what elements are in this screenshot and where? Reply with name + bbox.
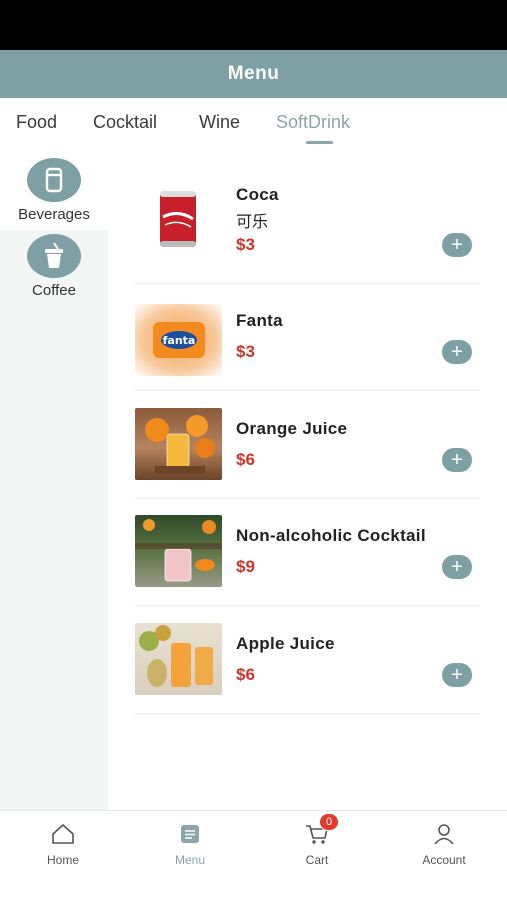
product-subtitle: 可乐 (236, 214, 269, 231)
tab-wine[interactable]: Wine (199, 112, 240, 133)
add-to-cart-button[interactable]: + (442, 663, 472, 687)
nav-label: Cart (305, 853, 329, 867)
list-item[interactable]: Coca 可乐 $3 + (135, 177, 480, 284)
sidebar-item-beverages[interactable]: Beverages (0, 150, 108, 230)
divider (135, 390, 480, 391)
cocktail-image (135, 515, 222, 587)
sidebar-item-coffee[interactable]: Coffee (0, 234, 108, 314)
product-price: $6 (236, 665, 255, 684)
plus-icon: + (451, 664, 463, 686)
category-tabs: Food Cocktail Wine SoftDrink (0, 98, 507, 150)
subcategory-sidebar: Beverages Coffee (0, 150, 108, 810)
list-item[interactable]: Orange Juice $6 + (135, 392, 480, 499)
status-bar (0, 0, 507, 50)
cup-icon (27, 158, 81, 202)
product-price: $9 (236, 557, 255, 576)
svg-text:fanta: fanta (163, 334, 196, 347)
nav-menu[interactable]: Menu (127, 811, 253, 901)
product-name: Coca (236, 185, 279, 204)
product-price: $3 (236, 342, 255, 361)
cart-icon: 0 (304, 813, 339, 847)
drink-lid-icon (27, 234, 81, 278)
list-item[interactable]: fanta Fanta $3 + (135, 284, 480, 391)
bottom-navigation: Home Menu 0 Cart Account (0, 810, 507, 900)
divider (135, 605, 480, 606)
page-title: Menu (227, 63, 280, 84)
sidebar-item-label: Beverages (18, 206, 90, 223)
nav-cart[interactable]: 0 Cart (254, 811, 380, 901)
nav-home[interactable]: Home (0, 811, 126, 901)
list-item[interactable]: Non-alcoholic Cocktail $9 + (135, 499, 480, 606)
cart-count-badge: 0 (319, 813, 339, 831)
coca-can-image (135, 183, 222, 255)
add-to-cart-button[interactable]: + (442, 555, 472, 579)
add-to-cart-button[interactable]: + (442, 448, 472, 472)
fanta-can-image: fanta (135, 304, 222, 376)
app-header: Menu (0, 50, 507, 98)
tab-cocktail[interactable]: Cocktail (93, 112, 157, 133)
nav-account[interactable]: Account (381, 811, 507, 901)
plus-icon: + (451, 341, 463, 363)
sidebar-item-label: Coffee (32, 282, 76, 299)
nav-label: Home (46, 853, 79, 867)
tab-softdrink[interactable]: SoftDrink (276, 112, 350, 133)
product-price: $6 (236, 450, 255, 469)
account-icon (431, 821, 457, 847)
active-tab-indicator (306, 141, 333, 144)
apple-juice-image (135, 623, 222, 695)
plus-icon: + (451, 449, 463, 471)
nav-label: Menu (174, 853, 206, 867)
product-name: Apple Juice (236, 634, 335, 653)
tab-food[interactable]: Food (16, 112, 57, 133)
add-to-cart-button[interactable]: + (442, 340, 472, 364)
plus-icon: + (451, 234, 463, 256)
divider (135, 713, 480, 714)
plus-icon: + (451, 556, 463, 578)
home-icon (50, 821, 76, 847)
product-name: Orange Juice (236, 419, 348, 438)
product-name: Fanta (236, 311, 283, 330)
nav-label: Account (422, 853, 466, 867)
product-name: Non-alcoholic Cocktail (236, 526, 426, 545)
orange-juice-image (135, 408, 222, 480)
add-to-cart-button[interactable]: + (442, 233, 472, 257)
product-price: $3 (236, 235, 255, 254)
menu-icon (177, 821, 203, 847)
list-item[interactable]: Apple Juice $6 + (135, 607, 480, 714)
